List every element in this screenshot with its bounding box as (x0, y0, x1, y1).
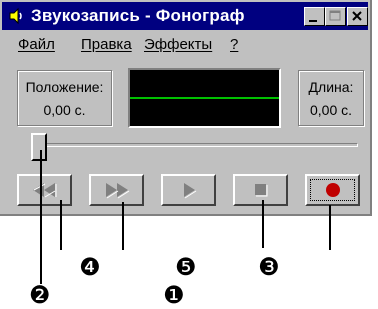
maximize-icon (329, 10, 341, 21)
window-title: Звукозапись - Фонограф (31, 6, 245, 25)
length-value: 0,00 с. (309, 102, 353, 118)
callout-5: ❺ (175, 253, 197, 281)
rewind-button[interactable] (17, 174, 72, 206)
maximize-button[interactable] (325, 7, 346, 26)
stop-icon (255, 184, 268, 197)
speaker-icon (9, 7, 22, 25)
callout-1: ❶ (163, 281, 185, 309)
position-label: Положение: (25, 79, 104, 95)
menu-file[interactable]: Файл (18, 36, 55, 53)
minimize-button[interactable] (304, 7, 325, 26)
callout-line-2 (40, 150, 42, 284)
position-value: 0,00 с. (43, 102, 86, 118)
position-readout: Положение: 0,00 с. (17, 70, 112, 126)
callout-line-record (329, 205, 331, 250)
close-icon (352, 11, 362, 21)
minimize-icon (309, 20, 317, 22)
callout-2: ❷ (29, 281, 51, 309)
callout-4: ❹ (79, 253, 101, 281)
seek-track[interactable] (44, 143, 358, 147)
callout-line-3 (262, 200, 264, 248)
length-label: Длина: (308, 79, 354, 95)
fast-forward-icon (106, 183, 130, 199)
fast-forward-button[interactable] (89, 174, 144, 206)
rewind-icon (33, 183, 57, 198)
callout-line-4b (122, 202, 124, 250)
seek-thumb[interactable] (31, 133, 47, 161)
waveform-line (130, 97, 279, 99)
callout-line-4a (60, 200, 62, 250)
close-button[interactable] (347, 7, 368, 26)
menu-effects[interactable]: Эффекты (144, 36, 212, 53)
play-button[interactable] (161, 174, 216, 206)
title-bar[interactable]: Звукозапись - Фонограф (2, 2, 368, 30)
length-readout: Длина: 0,00 с. (298, 70, 364, 126)
menu-bar: Файл Правка Эффекты ? (2, 33, 368, 57)
menu-help[interactable]: ? (230, 36, 238, 53)
callout-3: ❸ (258, 253, 280, 281)
stop-button[interactable] (233, 174, 288, 206)
waveform-display (128, 68, 281, 128)
play-icon (184, 183, 197, 199)
record-button[interactable] (305, 174, 360, 206)
record-icon (326, 183, 340, 197)
sound-recorder-window: Звукозапись - Фонограф Файл Правка Эффек… (0, 0, 372, 216)
menu-edit[interactable]: Правка (81, 36, 132, 53)
